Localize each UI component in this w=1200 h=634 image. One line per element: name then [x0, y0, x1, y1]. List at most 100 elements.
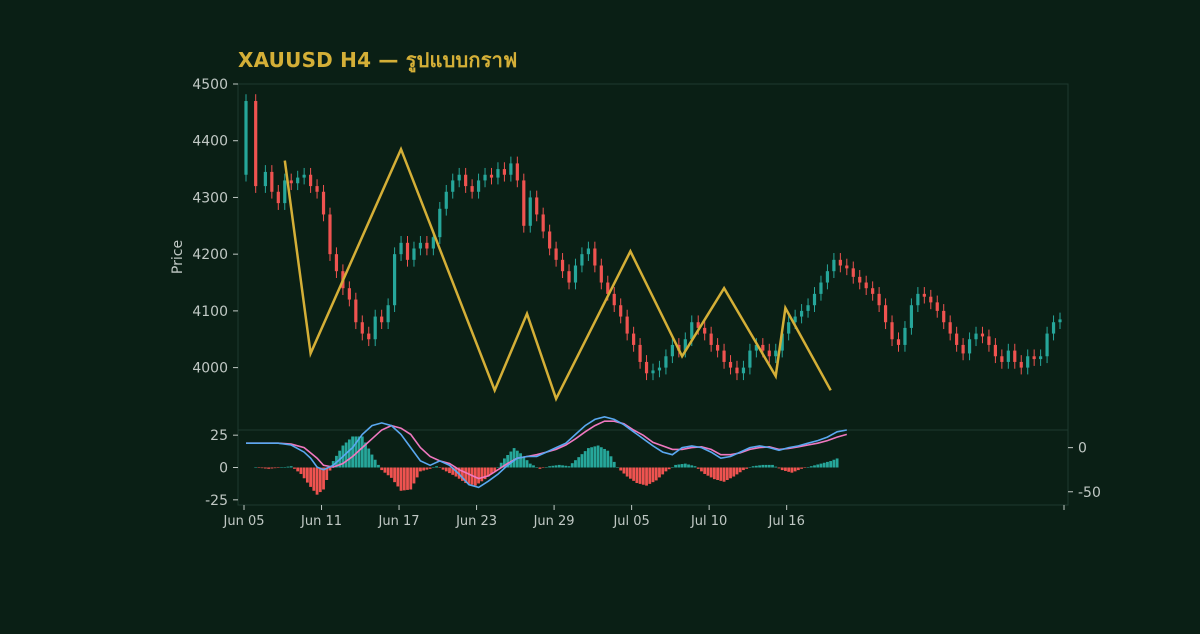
- macd-histogram-bar: [299, 467, 303, 474]
- candle-body: [851, 268, 855, 277]
- candle-body: [812, 293, 817, 306]
- candle-body: [819, 282, 823, 294]
- candle-body: [380, 316, 384, 323]
- candle-body: [967, 339, 972, 354]
- candle-body: [883, 305, 888, 323]
- macd-histogram-bar: [796, 467, 800, 471]
- macd-histogram-bar: [286, 466, 290, 468]
- candle-body: [509, 163, 513, 175]
- macd-histogram-bar: [554, 465, 558, 468]
- macd-histogram-bar: [767, 464, 771, 468]
- macd-histogram-bar: [735, 467, 739, 475]
- macd-histogram-bar: [603, 448, 606, 468]
- candle-body: [554, 248, 558, 260]
- macd-histogram-bar: [599, 447, 603, 468]
- candle-body: [1051, 322, 1056, 334]
- candle-body: [728, 361, 733, 368]
- chart-title: XAUUSD H4 — รูปแบบกราฟ: [238, 48, 518, 72]
- macd-histogram-bar: [564, 465, 568, 468]
- macd-histogram-bar: [532, 465, 535, 468]
- candle-body: [405, 242, 410, 260]
- candle-body: [425, 242, 429, 249]
- macd-histogram-bar: [700, 467, 703, 472]
- macd-histogram-bar: [273, 467, 277, 469]
- macd-histogram-bar: [431, 467, 435, 468]
- macd-histogram-bar: [729, 467, 732, 479]
- price-tick-label: 4200: [192, 247, 228, 263]
- macd-histogram-bar: [670, 467, 674, 468]
- candle-body: [496, 169, 500, 178]
- macd-histogram-bar: [583, 451, 587, 468]
- macd-histogram-bar: [383, 467, 387, 473]
- macd-histogram-bar: [415, 467, 419, 478]
- macd-histogram-bar: [683, 463, 687, 468]
- macd-histogram-bar: [315, 467, 319, 495]
- candle-body: [515, 163, 519, 181]
- macd-left-tick-label: 25: [210, 428, 228, 444]
- candle-body: [254, 101, 258, 187]
- macd-histogram-bar: [771, 464, 774, 468]
- candle-body: [580, 254, 584, 266]
- candle-body: [877, 293, 881, 306]
- candle-body: [903, 327, 907, 345]
- macd-histogram-bar: [467, 467, 471, 484]
- macd-histogram-bar: [719, 467, 723, 481]
- macd-histogram-bar: [732, 467, 736, 477]
- macd-histogram-bar: [561, 465, 564, 468]
- macd-histogram-bar: [654, 467, 658, 481]
- macd-histogram-bar: [312, 467, 316, 491]
- candle-body: [806, 305, 810, 311]
- macd-histogram-bar: [586, 448, 590, 468]
- macd-histogram-bar: [832, 459, 836, 468]
- candle-body: [916, 293, 920, 306]
- candle-body: [567, 271, 571, 283]
- candle-body: [438, 208, 442, 238]
- candle-body: [774, 350, 778, 357]
- candle-body: [367, 333, 371, 340]
- macd-histogram-bar: [402, 467, 406, 491]
- macd-histogram-bar: [809, 466, 813, 468]
- candle-body: [761, 344, 765, 351]
- price-tick-label: 4100: [192, 304, 228, 320]
- macd-histogram-bar: [661, 467, 665, 475]
- macd-histogram-bar: [480, 467, 484, 482]
- candle-body: [1013, 350, 1017, 362]
- macd-histogram-bar: [826, 461, 829, 468]
- macd-histogram-bar: [283, 467, 287, 468]
- macd-histogram-bar: [690, 465, 694, 468]
- candle-body: [619, 305, 623, 317]
- macd-histogram-bar: [373, 459, 377, 468]
- macd-histogram-bar: [822, 462, 826, 468]
- candle-body: [909, 305, 914, 328]
- candle-body: [386, 305, 390, 323]
- candle-body: [283, 180, 287, 204]
- macd-right-tick-label: 0: [1078, 441, 1087, 457]
- macd-histogram-bar: [396, 467, 400, 487]
- macd-histogram-bar: [477, 467, 480, 484]
- macd-histogram-bar: [535, 467, 539, 468]
- macd-histogram-bar: [616, 467, 619, 468]
- candle-body: [373, 316, 377, 340]
- chart-root: XAUUSD H4 — รูปแบบกราฟ 4000 4100 4200 4300 4…: [0, 0, 1200, 630]
- macd-histogram-bar: [419, 467, 422, 472]
- candle-body: [599, 265, 603, 283]
- macd-histogram-bar: [551, 465, 555, 468]
- candle-body: [799, 310, 804, 317]
- candle-body: [703, 327, 707, 334]
- macd-histogram-bar: [351, 436, 354, 468]
- macd-histogram-bar: [651, 467, 655, 483]
- macd-histogram-bar: [722, 467, 726, 482]
- candle-body: [334, 254, 339, 272]
- candle-body: [360, 322, 364, 334]
- candle-body: [535, 197, 539, 215]
- macd-histogram-bar: [435, 466, 438, 468]
- macd-histogram-bar: [254, 467, 258, 468]
- macd-histogram-bar: [347, 439, 351, 468]
- x-tick-label: Jun 23: [455, 514, 497, 529]
- macd-histogram-bar: [606, 450, 610, 468]
- macd-histogram-bar: [370, 454, 374, 468]
- candle-body: [412, 248, 416, 260]
- x-tick-label: Jul 16: [767, 514, 804, 529]
- macd-histogram-bar: [622, 467, 626, 474]
- candle-body: [638, 344, 642, 362]
